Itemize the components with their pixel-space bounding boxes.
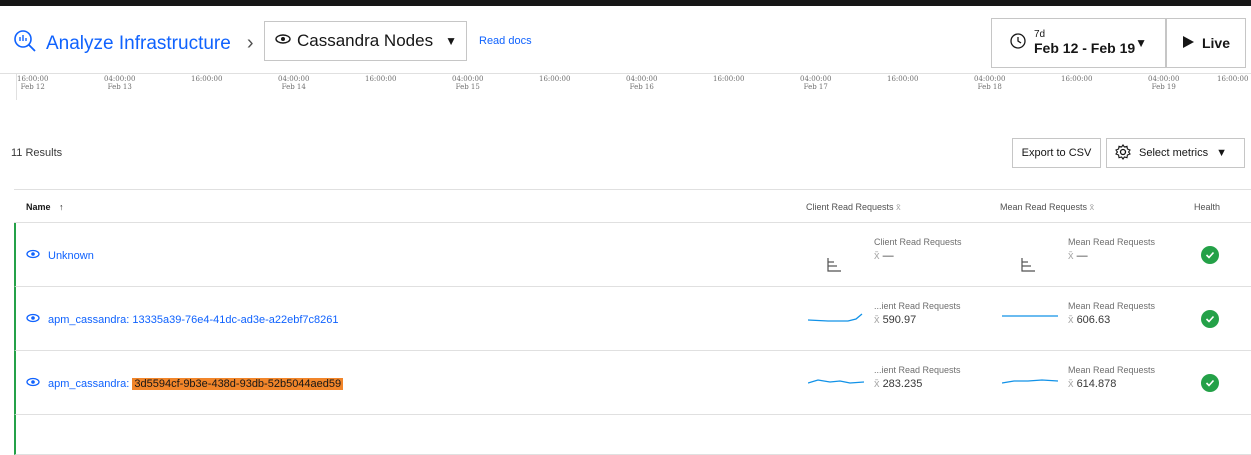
select-metrics-label: Select metrics <box>1139 147 1209 159</box>
metric-value: x̄ 606.63 <box>1068 314 1111 326</box>
sort-ascending-icon: ↑ <box>59 202 64 212</box>
metric-label: Mean Read Requests <box>1068 365 1156 375</box>
sparkline <box>808 313 863 322</box>
time-range-value: Feb 12 - Feb 19 <box>1034 40 1136 56</box>
table-header: Name ↑ Client Read Requests x̄ Mean Read… <box>14 190 1251 223</box>
health-status-icon <box>1201 374 1219 392</box>
time-range-picker[interactable]: 7d Feb 12 - Feb 19 ▼ <box>991 18 1166 68</box>
health-status-icon <box>1201 310 1219 328</box>
select-metrics-button[interactable]: Select metrics ▼ <box>1106 138 1245 168</box>
analyze-icon <box>12 28 38 59</box>
chevron-right-icon: › <box>246 32 254 54</box>
caret-down-icon: ▼ <box>1135 36 1147 50</box>
column-header-name[interactable]: Name ↑ <box>26 202 64 212</box>
cassandra-eye-icon <box>275 32 291 50</box>
table-row[interactable]: Unknown Client Read Requests x̄ — Mean R… <box>14 223 1251 287</box>
entity-type-dropdown[interactable]: Cassandra Nodes ▼ <box>264 21 467 61</box>
metric-value: x̄ — <box>874 250 894 262</box>
row-name-link[interactable]: apm_cassandra: 3d5594cf-9b3e-438d-93db-5… <box>26 377 344 390</box>
timeline-tick: 16:00:00 <box>539 75 571 83</box>
mean-read-cell: Mean Read Requests x̄ 606.63 <box>1002 301 1192 337</box>
sparkline <box>1002 379 1058 384</box>
row-name-link[interactable]: Unknown <box>26 249 94 262</box>
timeline-tick: 16:00:00 <box>887 75 919 83</box>
timeline-tick: 04:00:00 Feb 19 <box>1148 75 1180 91</box>
sparkline <box>1002 315 1058 317</box>
timeline-tick: 04:00:00 Feb 13 <box>104 75 136 91</box>
time-range-preset: 7d <box>1034 29 1046 40</box>
client-read-cell: Client Read Requests x̄ — <box>808 237 998 273</box>
results-count: 11 Results <box>11 147 63 159</box>
mean-symbol-icon: x̄ <box>1089 202 1095 212</box>
cassandra-eye-icon <box>26 377 40 390</box>
cassandra-eye-icon <box>26 313 40 326</box>
timeline-tick: 16:00:00 <box>1061 75 1093 83</box>
metric-label: Mean Read Requests <box>1068 301 1156 311</box>
table-row[interactable]: apm_cassandra: 3d5594cf-9b3e-438d-93db-5… <box>14 351 1251 415</box>
metric-value: x̄ 614.878 <box>1068 378 1117 390</box>
timeline-tick: 04:00:00 Feb 17 <box>800 75 832 91</box>
live-button[interactable]: Live <box>1166 18 1246 68</box>
timeline-tick: 16:00:00 <box>191 75 223 83</box>
timeline-tick: 16:00:00 <box>713 75 745 83</box>
health-status-icon <box>1201 246 1219 264</box>
timeline-tick: 04:00:00 Feb 15 <box>452 75 484 91</box>
sparkline <box>808 379 864 384</box>
metric-label: Client Read Requests <box>874 237 962 247</box>
caret-down-icon: ▼ <box>445 34 457 48</box>
column-header-client-read[interactable]: Client Read Requests x̄ <box>806 202 901 212</box>
timeline-tick: 04:00:00 Feb 14 <box>278 75 310 91</box>
results-table: Name ↑ Client Read Requests x̄ Mean Read… <box>14 189 1251 455</box>
mean-read-cell: Mean Read Requests x̄ — <box>1002 237 1192 273</box>
cassandra-eye-icon <box>26 249 40 262</box>
metric-label: Mean Read Requests <box>1068 237 1156 247</box>
metric-label: ...ient Read Requests <box>874 301 961 311</box>
page-header: Analyze Infrastructure › Cassandra Nodes… <box>0 6 1251 74</box>
column-header-mean-read[interactable]: Mean Read Requests x̄ <box>1000 202 1094 212</box>
timeline-tick: 16:00:00 <box>1217 75 1249 83</box>
table-row[interactable] <box>14 415 1251 455</box>
export-csv-button[interactable]: Export to CSV <box>1012 138 1101 168</box>
metric-value: x̄ — <box>1068 250 1088 262</box>
timeline-tick: 16:00:00 Feb 12 <box>17 75 49 91</box>
search-highlight: 3d5594cf-9b3e-438d-93db-52b5044aed59 <box>132 377 344 390</box>
entity-type-label: Cassandra Nodes <box>297 31 434 50</box>
table-row[interactable]: apm_cassandra: 13335a39-76e4-41dc-ad3e-a… <box>14 287 1251 351</box>
client-read-cell: ...ient Read Requests x̄ 590.97 <box>808 301 998 337</box>
timeline-axis: 16:00:00 Feb 12 04:00:00 Feb 13 16:00:00 04:0… <box>16 74 1251 100</box>
row-name-link[interactable]: apm_cassandra: 13335a39-76e4-41dc-ad3e-a… <box>26 313 339 326</box>
breadcrumb-analyze-infrastructure[interactable]: Analyze Infrastructure <box>46 33 231 55</box>
read-docs-link[interactable]: Read docs <box>479 35 532 47</box>
gear-icon <box>1115 143 1131 163</box>
breadcrumb: Analyze Infrastructure › <box>12 28 253 59</box>
mean-symbol-icon: x̄ <box>896 202 901 212</box>
metric-label: ...ient Read Requests <box>874 365 961 375</box>
timeline-tick: 04:00:00 Feb 18 <box>974 75 1006 91</box>
column-header-health: Health <box>1194 202 1221 212</box>
clock-icon <box>1010 32 1026 54</box>
client-read-cell: ...ient Read Requests x̄ 283.235 <box>808 365 998 401</box>
metric-value: x̄ 590.97 <box>874 314 917 326</box>
metric-value: x̄ 283.235 <box>874 378 923 390</box>
play-icon <box>1182 35 1194 51</box>
timeline-tick: 04:00:00 Feb 16 <box>626 75 658 91</box>
timeline-tick: 16:00:00 <box>365 75 397 83</box>
live-label: Live <box>1201 35 1230 51</box>
caret-down-icon: ▼ <box>1216 147 1227 159</box>
mean-read-cell: Mean Read Requests x̄ 614.878 <box>1002 365 1192 401</box>
